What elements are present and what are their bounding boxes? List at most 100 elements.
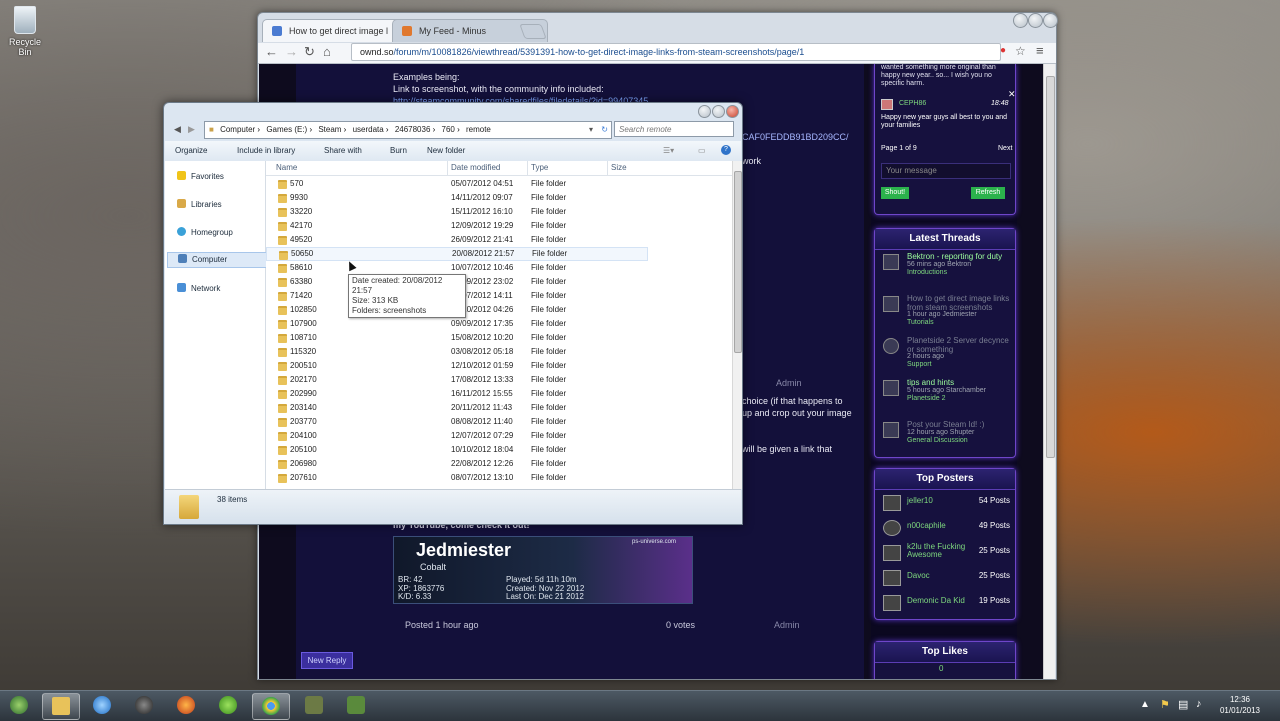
- file-row[interactable]: 202990 16/11/2012 15:55 File folder: [266, 387, 732, 401]
- file-row[interactable]: 63380 10/09/2012 23:02 File folder: [266, 275, 732, 289]
- thread-item[interactable]: Bektron - reporting for duty 56 mins ago…: [875, 250, 1015, 292]
- organize-menu[interactable]: Organize: [175, 146, 207, 155]
- thread-title[interactable]: How to get direct image links from steam…: [907, 294, 1013, 312]
- poster-row[interactable]: n00caphile 49 Posts: [875, 515, 1015, 540]
- poster-name[interactable]: Davoc: [907, 571, 930, 580]
- column-name[interactable]: Name: [276, 163, 297, 172]
- taskbar-steam[interactable]: [126, 693, 162, 718]
- page-scrollbar[interactable]: [1043, 64, 1055, 679]
- nav-network[interactable]: Network: [177, 283, 220, 293]
- scrollbar-thumb[interactable]: [734, 171, 742, 353]
- thread-item[interactable]: How to get direct image links from steam…: [875, 292, 1015, 334]
- poster-name[interactable]: k2lu the Fucking Awesome: [907, 543, 967, 559]
- file-row[interactable]: 115320 03/08/2012 05:18 File folder: [266, 345, 732, 359]
- column-divider[interactable]: [527, 161, 528, 175]
- file-row[interactable]: 102850 29/10/2012 04:26 File folder: [266, 303, 732, 317]
- taskbar-chrome[interactable]: [252, 693, 290, 720]
- back-arrow-icon[interactable]: ◀: [174, 124, 181, 135]
- admin-label[interactable]: Admin: [776, 378, 802, 388]
- thread-category[interactable]: Tutorials: [907, 319, 934, 326]
- breadcrumb[interactable]: Computer: [220, 122, 255, 138]
- nav-favorites[interactable]: Favorites: [177, 171, 224, 181]
- forward-arrow-icon[interactable]: →: [285, 44, 298, 59]
- poster-name[interactable]: jeller10: [907, 496, 933, 505]
- window-close-button[interactable]: [1043, 13, 1058, 28]
- maximize-button[interactable]: [1028, 13, 1043, 28]
- thread-item[interactable]: Post your Steam Id! :) 12 hours ago Shup…: [875, 418, 1015, 460]
- poster-row[interactable]: Davoc 25 Posts: [875, 565, 1015, 590]
- refresh-icon[interactable]: ↻: [601, 122, 608, 138]
- tray-network-icon[interactable]: ▤: [1178, 698, 1188, 711]
- thread-category[interactable]: Introductions: [907, 269, 947, 276]
- refresh-button[interactable]: Refresh: [971, 187, 1005, 199]
- breadcrumb[interactable]: Games (E:): [266, 122, 307, 138]
- url-bar[interactable]: ownd.so/forum/m/10081826/viewthread/5391…: [351, 43, 1001, 61]
- forward-arrow-icon[interactable]: ▶: [188, 124, 195, 135]
- back-arrow-icon[interactable]: ←: [265, 44, 278, 59]
- taskbar-explorer[interactable]: [42, 693, 80, 720]
- file-row[interactable]: 49520 26/09/2012 21:41 File folder: [266, 233, 732, 247]
- include-in-library-menu[interactable]: Include in library: [237, 146, 295, 155]
- new-reply-button[interactable]: New Reply: [301, 652, 353, 669]
- file-row[interactable]: 205100 10/10/2012 18:04 File folder: [266, 443, 732, 457]
- tray-up-arrow-icon[interactable]: ▲: [1140, 699, 1150, 710]
- thread-title[interactable]: Bektron - reporting for duty: [907, 252, 1013, 261]
- minimize-button[interactable]: [1013, 13, 1028, 28]
- file-row[interactable]: 50650 20/08/2012 21:57 File folder: [266, 247, 648, 261]
- search-input[interactable]: Search remote: [614, 121, 734, 137]
- breadcrumb[interactable]: Steam: [318, 122, 341, 138]
- tray-volume-icon[interactable]: ♪: [1196, 698, 1202, 710]
- message-input[interactable]: Your message: [881, 163, 1011, 179]
- poster-row[interactable]: k2lu the Fucking Awesome 25 Posts: [875, 540, 1015, 565]
- file-row[interactable]: 58610 10/07/2012 10:46 File folder: [266, 261, 732, 275]
- thread-category[interactable]: Planetside 2: [907, 395, 946, 402]
- view-options-icon[interactable]: ☰▾: [663, 146, 674, 155]
- nav-computer[interactable]: Computer: [167, 252, 273, 268]
- column-date-modified[interactable]: Date modified: [451, 163, 500, 172]
- admin-label-2[interactable]: Admin: [774, 620, 800, 630]
- recycle-bin-desktop-icon[interactable]: Recycle Bin: [2, 6, 48, 57]
- file-row[interactable]: 200510 12/10/2012 01:59 File folder: [266, 359, 732, 373]
- poster-name[interactable]: n00caphile: [907, 521, 946, 530]
- file-row[interactable]: 207610 08/07/2012 13:10 File folder: [266, 471, 732, 485]
- nav-libraries[interactable]: Libraries: [177, 199, 222, 209]
- thread-category[interactable]: Support: [907, 361, 932, 368]
- thread-title[interactable]: Planetside 2 Server decynce or something: [907, 336, 1013, 354]
- file-row[interactable]: 9930 14/11/2012 09:07 File folder: [266, 191, 732, 205]
- help-icon[interactable]: ?: [721, 145, 731, 155]
- star-icon[interactable]: ☆: [1015, 44, 1026, 58]
- file-row[interactable]: 108710 15/08/2012 10:20 File folder: [266, 331, 732, 345]
- explorer-close-button[interactable]: [726, 105, 739, 118]
- menu-icon[interactable]: ≡: [1036, 43, 1044, 58]
- thread-item[interactable]: tips and hints 5 hours ago Starchamber P…: [875, 376, 1015, 418]
- file-row[interactable]: 202170 17/08/2012 13:33 File folder: [266, 373, 732, 387]
- chevron-down-icon[interactable]: ▾: [589, 122, 593, 138]
- file-list-scrollbar[interactable]: [732, 161, 742, 489]
- taskbar-app-2[interactable]: [338, 693, 374, 718]
- scrollbar-thumb[interactable]: [1046, 76, 1055, 458]
- file-row[interactable]: 204100 12/07/2012 07:29 File folder: [266, 429, 732, 443]
- explorer-minimize-button[interactable]: [698, 105, 711, 118]
- clock[interactable]: 12:36 01/01/2013: [1220, 694, 1260, 716]
- column-divider[interactable]: [607, 161, 608, 175]
- burn-button[interactable]: Burn: [390, 146, 407, 155]
- home-icon[interactable]: ⌂: [323, 44, 331, 59]
- file-row[interactable]: 107900 09/09/2012 17:35 File folder: [266, 317, 732, 331]
- shout-button[interactable]: Shout!: [881, 187, 909, 199]
- share-with-menu[interactable]: Share with: [324, 146, 362, 155]
- preview-pane-icon[interactable]: ▭: [698, 146, 706, 155]
- file-row[interactable]: 203770 08/08/2012 11:40 File folder: [266, 415, 732, 429]
- poster-row[interactable]: Demonic Da Kid 19 Posts: [875, 590, 1015, 615]
- nav-homegroup[interactable]: Homegroup: [177, 227, 233, 237]
- explorer-maximize-button[interactable]: [712, 105, 725, 118]
- breadcrumb[interactable]: 24678036: [395, 122, 431, 138]
- file-row[interactable]: 203140 20/11/2012 11:43 File folder: [266, 401, 732, 415]
- next-link[interactable]: Next: [998, 145, 1012, 152]
- file-row[interactable]: 71420 10/07/2012 14:11 File folder: [266, 289, 732, 303]
- taskbar-app-1[interactable]: [296, 693, 332, 718]
- start-button[interactable]: [2, 693, 36, 718]
- taskbar-spotify[interactable]: [210, 693, 246, 718]
- file-row[interactable]: 33220 15/11/2012 16:10 File folder: [266, 205, 732, 219]
- poster-row[interactable]: jeller10 54 Posts: [875, 490, 1015, 515]
- thread-category[interactable]: General Discussion: [907, 437, 968, 444]
